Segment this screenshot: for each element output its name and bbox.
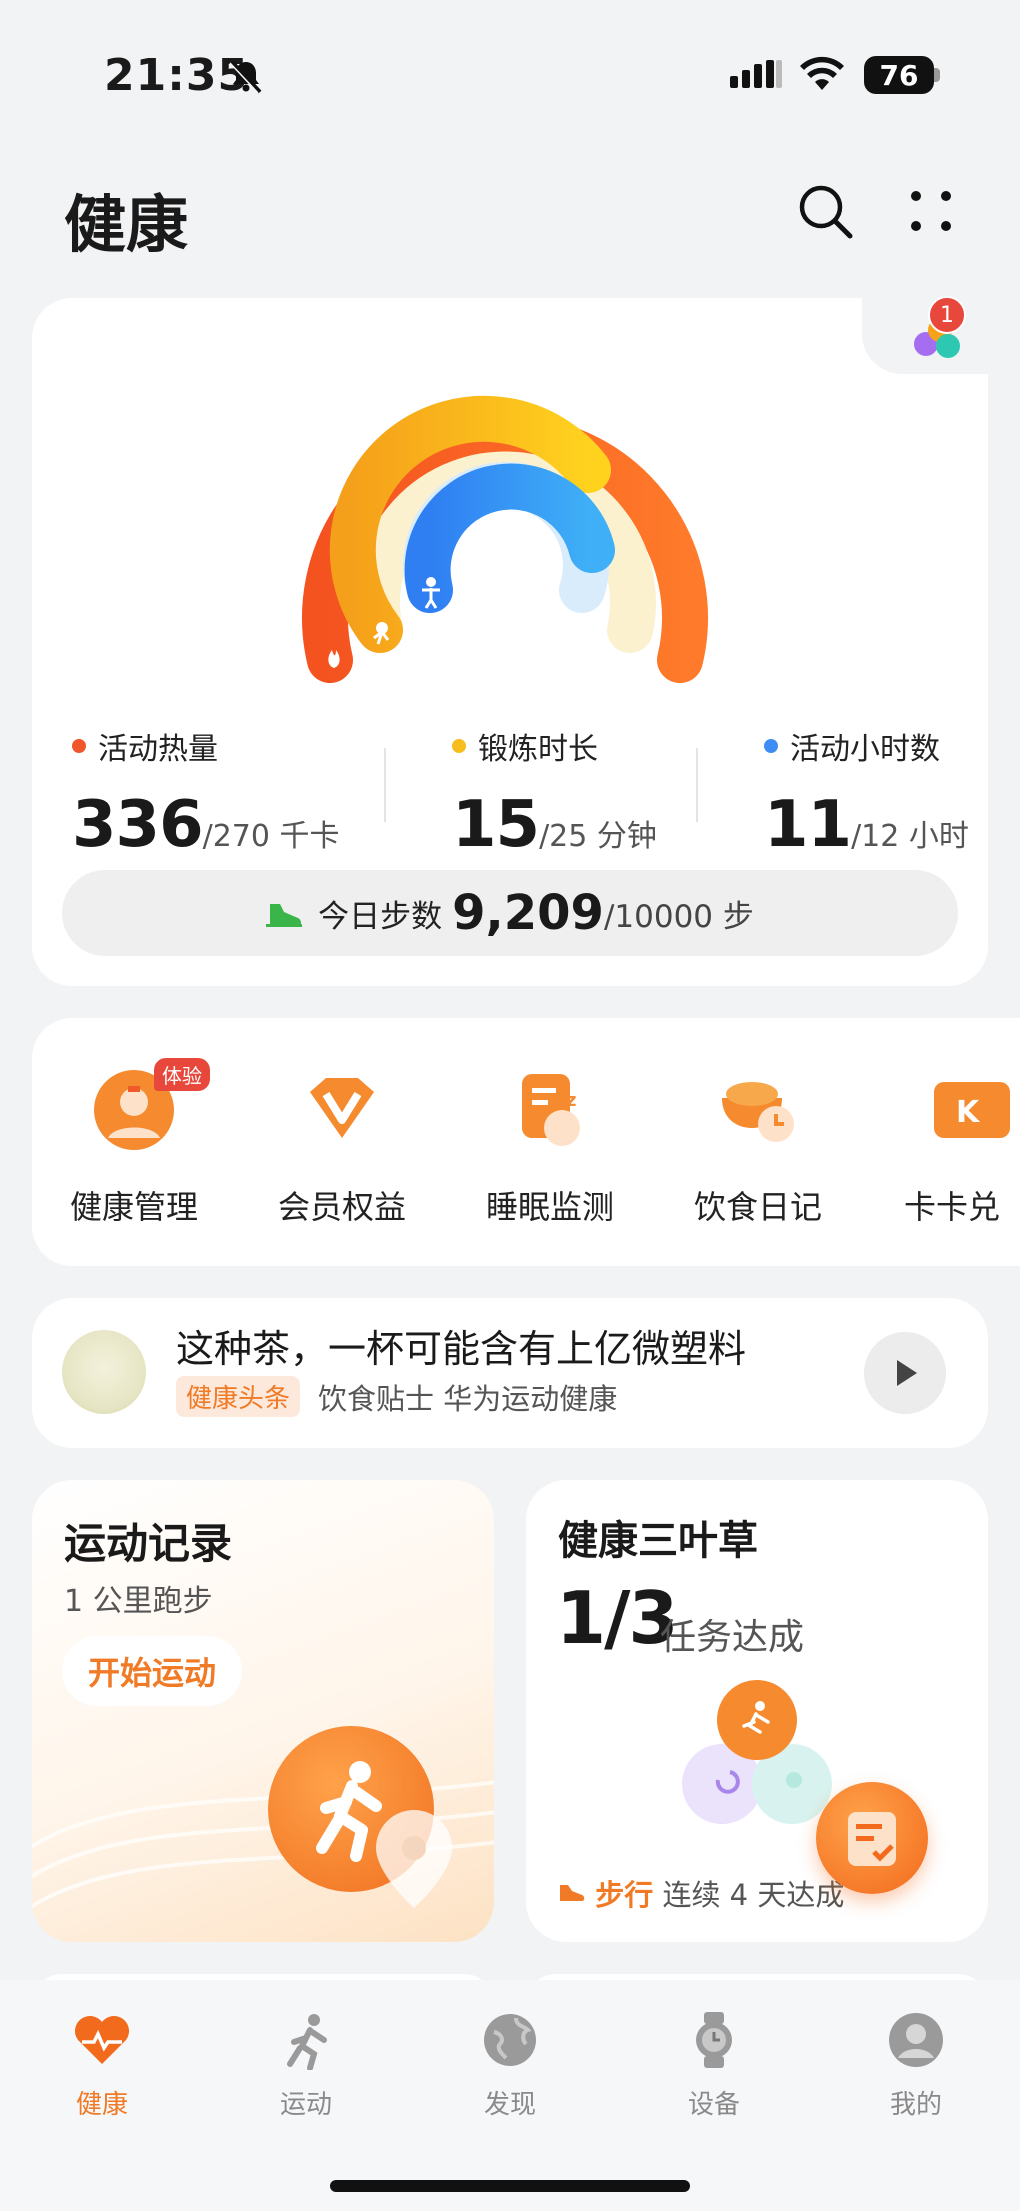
- tab-label: 我的: [889, 2090, 942, 2120]
- tab-health[interactable]: 健康: [42, 2010, 162, 2121]
- shortcut-label: 睡眠监测: [485, 1188, 614, 1226]
- exercise-dot: [452, 739, 466, 753]
- stat-target: /25 分钟: [539, 819, 657, 854]
- clover-title: 健康三叶草: [558, 1518, 758, 1564]
- more-grid-icon[interactable]: [906, 186, 956, 236]
- stat-label: 活动热量: [98, 732, 218, 767]
- tab-label: 健康: [75, 2090, 128, 2120]
- page-title: 健康: [64, 188, 189, 261]
- stat-value: 15: [452, 788, 540, 862]
- wifi-icon: [800, 56, 844, 90]
- watch-icon: [696, 2012, 732, 2068]
- search-icon[interactable]: [796, 182, 856, 242]
- stat-target: /12 小时: [851, 819, 969, 854]
- shortcut-kaka[interactable]: K 卡卡兑: [876, 1064, 1020, 1228]
- checklist-icon: [848, 1812, 896, 1866]
- diamond-v-icon: [310, 1078, 374, 1138]
- stat-label: 活动小时数: [790, 732, 940, 767]
- stat-label: 锻炼时长: [478, 732, 598, 767]
- signal-icon: [730, 60, 782, 88]
- shortcut-label: 会员权益: [277, 1188, 406, 1226]
- shortcut-label: 卡卡兑: [904, 1188, 1001, 1226]
- tab-me[interactable]: 我的: [856, 2010, 976, 2121]
- hours-dot: [764, 739, 778, 753]
- steps-target: /10000 步: [603, 898, 754, 935]
- divider: [696, 748, 698, 822]
- kaka-card-icon: K: [934, 1082, 1010, 1138]
- bell-muted-icon: [229, 60, 262, 94]
- steps-bar[interactable]: 今日步数 9,209 /10000 步: [62, 870, 958, 956]
- clover-footer: 步行 连续 4 天达成: [558, 1872, 844, 1914]
- stat-value: 336: [72, 788, 204, 862]
- tab-devices[interactable]: 设备: [654, 2010, 774, 2121]
- diary-fab[interactable]: [816, 1782, 928, 1894]
- tab-exercise[interactable]: 运动: [246, 2010, 366, 2121]
- profile-icon: [889, 2013, 943, 2067]
- clover-progress: 1/3: [556, 1576, 678, 1660]
- battery-indicator: 76: [864, 56, 934, 94]
- svg-text:K: K: [956, 1095, 981, 1130]
- shortcut-diet[interactable]: 饮食日记: [668, 1064, 848, 1228]
- news-source: 饮食贴士 华为运动健康: [318, 1382, 618, 1416]
- exercise-subtitle: 1 公里跑步: [64, 1584, 213, 1619]
- home-indicator[interactable]: [330, 2180, 690, 2192]
- run-icon: [287, 2014, 327, 2071]
- divider: [384, 748, 386, 822]
- stat-calories: 活动热量 336/270 千卡: [72, 724, 340, 862]
- battery-tip: [934, 68, 940, 82]
- calories-dot: [72, 739, 86, 753]
- notification-badge: 1: [928, 296, 966, 334]
- stat-value: 11: [764, 788, 852, 862]
- start-exercise-button[interactable]: 开始运动: [62, 1636, 243, 1706]
- tab-label: 设备: [687, 2090, 740, 2120]
- shortcut-label: 健康管理: [69, 1188, 198, 1226]
- trial-tag: 体验: [154, 1058, 210, 1091]
- news-thumbnail: [62, 1330, 146, 1414]
- shortcut-membership[interactable]: 会员权益: [252, 1064, 432, 1228]
- shoe-icon: [266, 904, 303, 927]
- location-pin-icon: [376, 1810, 452, 1908]
- shortcut-label: 饮食日记: [693, 1188, 822, 1226]
- stat-exercise: 锻炼时长 15/25 分钟: [452, 724, 657, 862]
- sleep-icon: z: [522, 1074, 580, 1146]
- steps-label: 今日步数: [318, 898, 443, 935]
- heart-icon: [75, 2016, 129, 2064]
- stat-target: /270 千卡: [202, 819, 340, 854]
- svg-text:z: z: [566, 1090, 576, 1111]
- news-tag: 健康头条: [176, 1376, 301, 1417]
- shortcut-sleep[interactable]: z 睡眠监测: [460, 1064, 640, 1228]
- play-icon[interactable]: [864, 1332, 946, 1414]
- tab-label: 运动: [279, 2090, 332, 2120]
- globe-icon: [484, 2014, 536, 2066]
- clover-progress-label: 任务达成: [660, 1617, 805, 1658]
- clover-activity: 步行: [595, 1878, 654, 1912]
- news-title[interactable]: 这种茶，一杯可能含有上亿微塑料: [176, 1318, 746, 1373]
- activity-rings-chart: [302, 395, 708, 683]
- diet-clock-icon: [722, 1082, 794, 1142]
- steps-value: 9,209: [452, 885, 604, 941]
- tab-label: 发现: [483, 2090, 536, 2120]
- stat-active-hours: 活动小时数 11/12 小时: [764, 724, 969, 862]
- tab-discover[interactable]: 发现: [450, 2010, 570, 2121]
- shoe-icon: [560, 1885, 585, 1901]
- exercise-title: 运动记录: [64, 1519, 233, 1568]
